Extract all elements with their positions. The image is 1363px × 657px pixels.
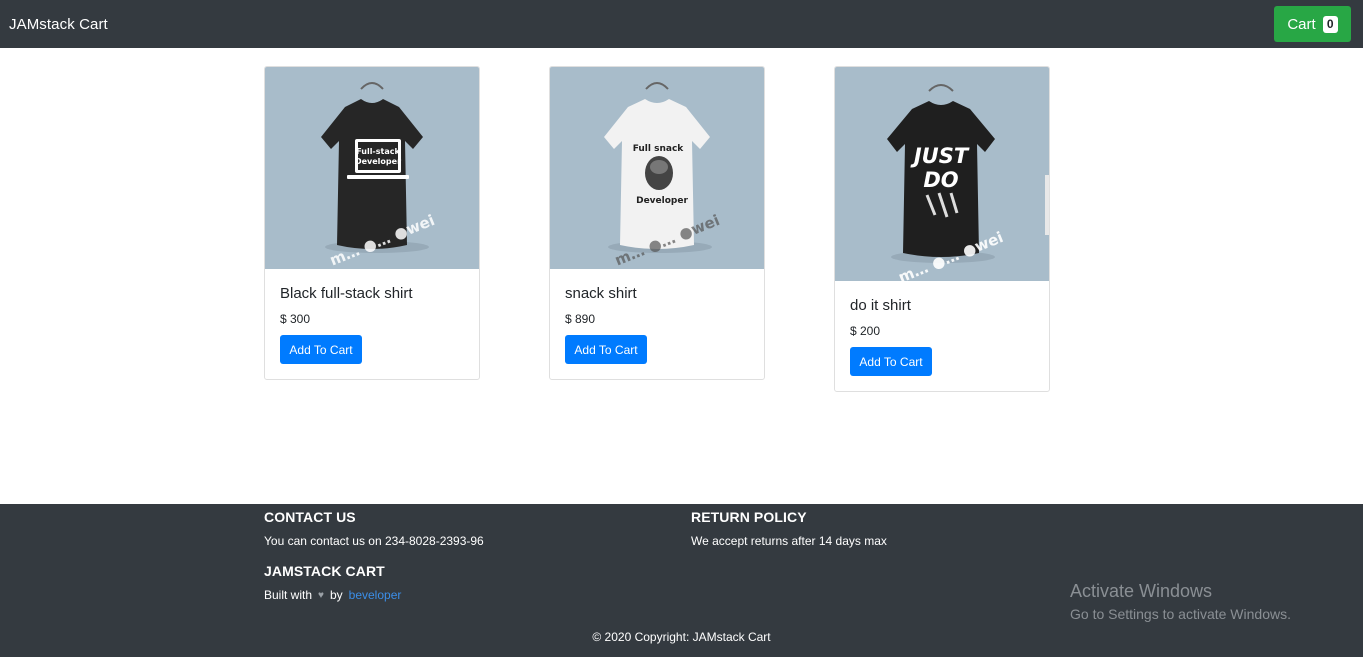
cart-button-label: Cart bbox=[1287, 15, 1316, 33]
product-card: JUST DO m… ●… ●wei do it shirt $ 200 Add… bbox=[834, 66, 1050, 392]
add-to-cart-button[interactable]: Add To Cart bbox=[850, 347, 932, 376]
shirt-print-line2: DO bbox=[923, 168, 958, 192]
author-link[interactable]: beveloper bbox=[349, 588, 402, 602]
return-policy-heading: RETURN POLICY bbox=[691, 509, 807, 525]
navbar: JAMstack Cart Cart 0 bbox=[0, 0, 1363, 48]
return-policy-text: We accept returns after 14 days max bbox=[691, 534, 887, 548]
contact-text: You can contact us on 234-8028-2393-96 bbox=[264, 534, 484, 548]
contact-heading: CONTACT US bbox=[264, 509, 356, 525]
cart-button[interactable]: Cart 0 bbox=[1274, 6, 1351, 42]
shirt-print-line1: JUST bbox=[910, 144, 970, 168]
copyright-text: © 2020 Copyright: JAMstack Cart bbox=[592, 630, 771, 644]
product-card-body: snack shirt $ 890 Add To Cart bbox=[550, 269, 764, 379]
activate-windows-subtitle: Go to Settings to activate Windows. bbox=[1070, 606, 1291, 622]
product-price: $ 200 bbox=[850, 324, 881, 338]
built-with-label: Built with bbox=[264, 588, 313, 602]
footer: CONTACT US You can contact us on 234-802… bbox=[0, 504, 1363, 657]
product-name: Black full-stack shirt bbox=[280, 285, 413, 302]
heart-icon: ♥ bbox=[318, 589, 324, 601]
product-image: Full-stack Developer m… ●… ●wei bbox=[265, 67, 479, 269]
product-image: Full snack Developer m… ●… ●wei bbox=[550, 67, 764, 269]
product-image: JUST DO m… ●… ●wei bbox=[835, 67, 1049, 281]
brand-link[interactable]: JAMstack Cart bbox=[9, 16, 108, 33]
product-card-body: do it shirt $ 200 Add To Cart bbox=[835, 281, 1049, 391]
built-with-line: Built with ♥ by beveloper bbox=[264, 588, 401, 602]
product-name: snack shirt bbox=[565, 285, 637, 302]
add-to-cart-button[interactable]: Add To Cart bbox=[565, 335, 647, 364]
shirt-print-line2: Developer bbox=[636, 196, 688, 206]
product-price: $ 890 bbox=[565, 312, 596, 326]
cart-count-badge: 0 bbox=[1322, 15, 1338, 33]
add-to-cart-button[interactable]: Add To Cart bbox=[280, 335, 362, 364]
brand-heading: JAMSTACK CART bbox=[264, 563, 385, 579]
shirt-print-line1: Full-stack bbox=[356, 147, 400, 156]
product-name: do it shirt bbox=[850, 297, 911, 314]
shirt-print-line1: Full snack bbox=[633, 144, 685, 154]
product-price: $ 300 bbox=[280, 312, 311, 326]
product-card: Full-stack Developer m… ●… ●wei Black fu… bbox=[264, 66, 480, 380]
activate-windows-title: Activate Windows bbox=[1070, 581, 1213, 601]
product-card-body: Black full-stack shirt $ 300 Add To Cart bbox=[265, 269, 479, 379]
product-card: Full snack Developer m… ●… ●wei snack sh… bbox=[549, 66, 765, 380]
shirt-print-line2: Developer bbox=[355, 157, 401, 166]
by-label: by bbox=[329, 588, 343, 602]
